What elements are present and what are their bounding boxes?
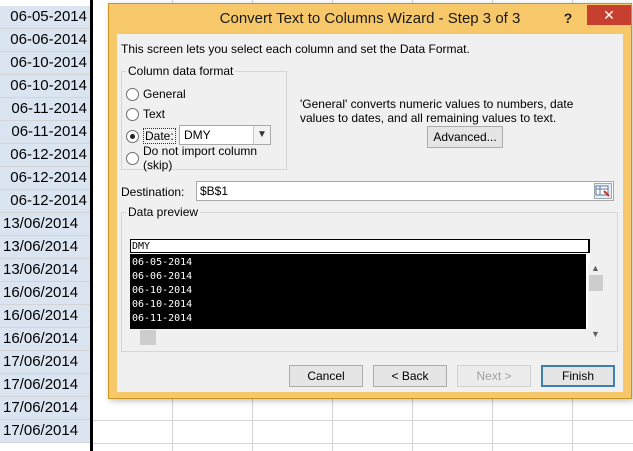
column-format-legend: Column data format (126, 64, 236, 78)
convert-text-wizard-dialog: Convert Text to Columns Wizard - Step 3 … (108, 3, 632, 399)
date-format-select[interactable]: DMY ▼ (179, 125, 271, 145)
destination-label: Destination: (121, 185, 185, 199)
radio-label: Do not import column (skip) (143, 144, 258, 172)
range-select-glyph (595, 185, 610, 197)
preview-row: 06-10-2014 (132, 299, 193, 310)
preview-row: 06-05-2014 (132, 257, 193, 268)
sheet-cell[interactable]: 06-12-2014 (0, 144, 90, 167)
sheet-cell[interactable]: 06-12-2014 (0, 167, 90, 190)
data-preview-legend: Data preview (126, 205, 201, 219)
radio-text[interactable]: Text (126, 105, 165, 123)
preview-row: 06-11-2014 (132, 313, 193, 324)
sheet-cell[interactable]: 06-11-2014 (0, 121, 90, 144)
column-format-group: Column data format General Text Date: Do… (121, 64, 287, 172)
data-preview[interactable]: DMY 06-05-2014 06-06-2014 06-10-2014 06-… (130, 239, 590, 329)
radio-button[interactable] (126, 107, 139, 121)
preview-selected-column[interactable]: 06-05-2014 06-06-2014 06-10-2014 06-10-2… (130, 254, 586, 329)
radio-skip[interactable]: Do not import column (skip) (126, 144, 286, 172)
sheet-cell[interactable]: 16/06/2014 (0, 282, 90, 305)
destination-value: $B$1 (200, 184, 229, 198)
scroll-thumb[interactable] (140, 330, 156, 345)
close-button[interactable]: ✕ (587, 5, 631, 25)
dialog-content: This screen lets you select each column … (117, 34, 623, 392)
column-border (90, 0, 93, 451)
column-a: 06-05-2014 06-06-2014 06-10-2014 06-10-2… (0, 0, 90, 451)
sheet-cell[interactable]: 17/06/2014 (0, 397, 90, 420)
sheet-cell[interactable]: 17/06/2014 (0, 374, 90, 397)
sheet-cell[interactable]: 17/06/2014 (0, 351, 90, 374)
sheet-cell[interactable]: 13/06/2014 (0, 213, 90, 236)
dialog-titlebar[interactable]: Convert Text to Columns Wizard - Step 3 … (109, 4, 631, 34)
grid-line (93, 420, 633, 421)
preview-vertical-scrollbar[interactable]: ▲ ▼ (588, 263, 605, 343)
sheet-cell[interactable]: 06-10-2014 (0, 52, 90, 75)
sheet-cell[interactable]: 06-10-2014 (0, 75, 90, 98)
radio-button-selected[interactable] (126, 129, 139, 143)
preview-row: 06-06-2014 (132, 271, 193, 282)
preview-horizontal-scrollbar[interactable] (130, 329, 590, 346)
radio-general[interactable]: General (126, 85, 186, 103)
sheet-cell[interactable]: 16/06/2014 (0, 328, 90, 351)
date-format-value: DMY (184, 128, 211, 142)
radio-date[interactable]: Date: (126, 127, 176, 145)
radio-button[interactable] (126, 151, 139, 165)
radio-label: General (143, 87, 186, 101)
advanced-button[interactable]: Advanced... (427, 126, 503, 148)
preview-column-header[interactable]: DMY (130, 239, 590, 253)
sheet-cell[interactable]: 13/06/2014 (0, 236, 90, 259)
grid-line (93, 443, 633, 444)
radio-button[interactable] (126, 87, 139, 101)
radio-label: Date: (143, 128, 176, 144)
cancel-button[interactable]: Cancel (289, 365, 363, 387)
sheet-cell[interactable]: 16/06/2014 (0, 305, 90, 328)
sheet-cell[interactable]: 06-05-2014 (0, 6, 90, 29)
scroll-thumb[interactable] (589, 275, 603, 291)
next-button[interactable]: Next > (457, 365, 531, 387)
back-button[interactable]: < Back (373, 365, 447, 387)
destination-input[interactable]: $B$1 (196, 181, 614, 201)
preview-row: 06-10-2014 (132, 285, 193, 296)
range-select-icon[interactable] (594, 183, 612, 199)
help-button[interactable]: ? (554, 7, 582, 29)
scroll-down-icon[interactable]: ▼ (591, 329, 600, 339)
chevron-down-icon[interactable]: ▼ (253, 126, 270, 144)
format-description: 'General' converts numeric values to num… (300, 97, 574, 125)
finish-button[interactable]: Finish (541, 365, 615, 387)
sheet-cell[interactable]: 13/06/2014 (0, 259, 90, 282)
sheet-cell[interactable]: 06-06-2014 (0, 29, 90, 52)
sheet-cell[interactable]: 17/06/2014 (0, 420, 90, 443)
intro-text: This screen lets you select each column … (121, 42, 470, 56)
sheet-cell[interactable]: 06-11-2014 (0, 98, 90, 121)
sheet-cell[interactable]: 06-12-2014 (0, 190, 90, 213)
radio-label: Text (143, 107, 166, 121)
scroll-up-icon[interactable]: ▲ (591, 263, 600, 273)
dialog-title: Convert Text to Columns Wizard - Step 3 … (219, 10, 521, 27)
